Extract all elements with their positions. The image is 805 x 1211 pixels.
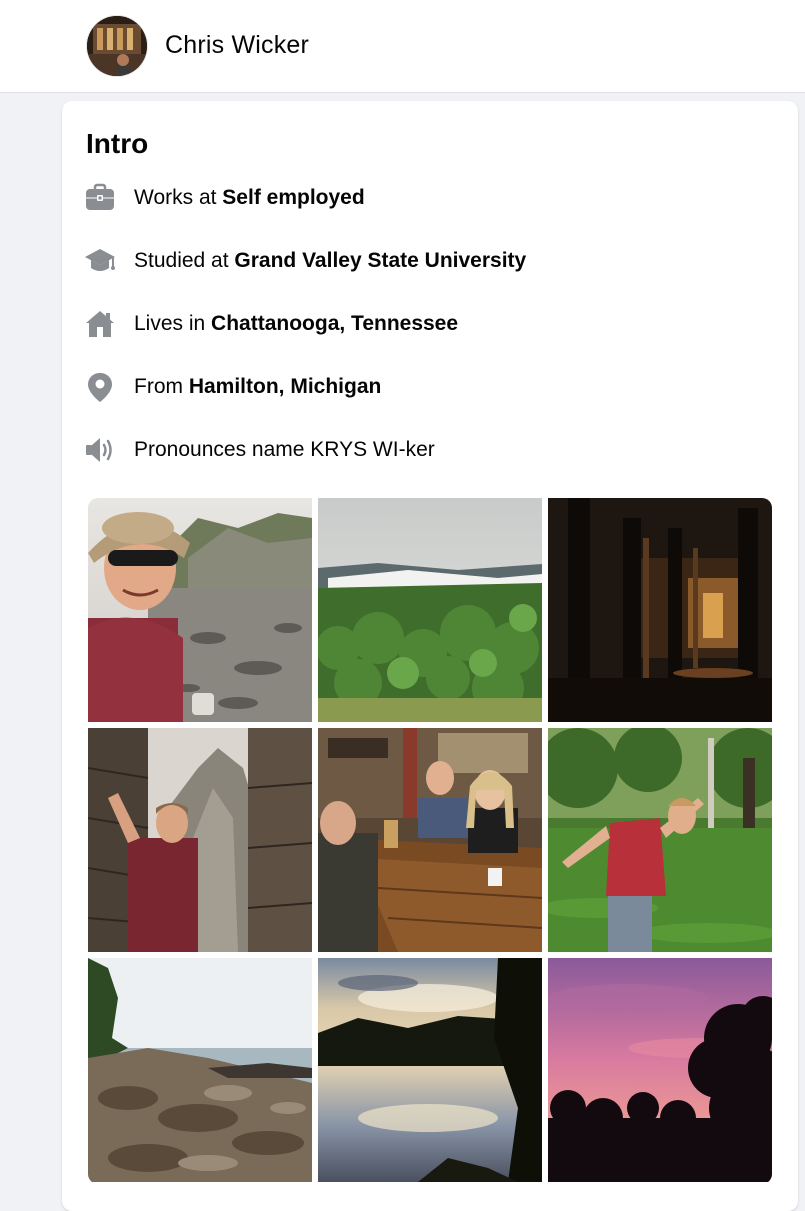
intro-item-value[interactable]: Self employed bbox=[222, 186, 364, 209]
location-pin-icon bbox=[84, 369, 120, 405]
graduation-cap-icon bbox=[84, 243, 120, 279]
speaker-icon[interactable] bbox=[84, 432, 120, 468]
intro-item-value: Pronounces name KRYS WI-ker bbox=[134, 438, 435, 461]
photo-thumbnail[interactable] bbox=[548, 728, 772, 952]
photo-thumbnail[interactable] bbox=[318, 958, 542, 1182]
profile-avatar[interactable] bbox=[87, 16, 147, 76]
photo-thumbnail[interactable] bbox=[88, 958, 312, 1182]
intro-item-work: Works at Self employed bbox=[84, 180, 764, 216]
home-icon bbox=[84, 306, 120, 342]
briefcase-icon bbox=[84, 180, 120, 216]
photo-thumbnail[interactable] bbox=[548, 498, 772, 722]
intro-item-prefix: Lives in bbox=[134, 312, 212, 335]
photo-thumbnail[interactable] bbox=[318, 498, 542, 722]
intro-item-value[interactable]: Chattanooga, Tennessee bbox=[211, 312, 458, 335]
intro-item-prefix: Studied at bbox=[134, 249, 235, 272]
intro-item-value[interactable]: Hamilton, Michigan bbox=[189, 375, 382, 398]
intro-title: Intro bbox=[86, 128, 149, 159]
intro-item-prefix: Works at bbox=[134, 186, 223, 209]
intro-item-value[interactable]: Grand Valley State University bbox=[234, 249, 526, 272]
intro-card: Intro Works at Self employed Studied at … bbox=[62, 101, 798, 1211]
intro-item-prefix: From bbox=[134, 375, 189, 398]
photo-grid bbox=[88, 498, 772, 1184]
intro-item-from: From Hamilton, Michigan bbox=[84, 369, 764, 405]
photo-thumbnail[interactable] bbox=[88, 498, 312, 722]
photo-thumbnail[interactable] bbox=[548, 958, 772, 1182]
photo-thumbnail[interactable] bbox=[318, 728, 542, 952]
intro-item-lives: Lives in Chattanooga, Tennessee bbox=[84, 306, 764, 342]
profile-name[interactable]: Chris Wicker bbox=[165, 31, 309, 60]
profile-header: Chris Wicker bbox=[0, 0, 805, 93]
photo-thumbnail[interactable] bbox=[88, 728, 312, 952]
intro-item-pronunciation[interactable]: Pronounces name KRYS WI-ker bbox=[84, 432, 764, 468]
intro-item-education: Studied at Grand Valley State University bbox=[84, 243, 764, 279]
